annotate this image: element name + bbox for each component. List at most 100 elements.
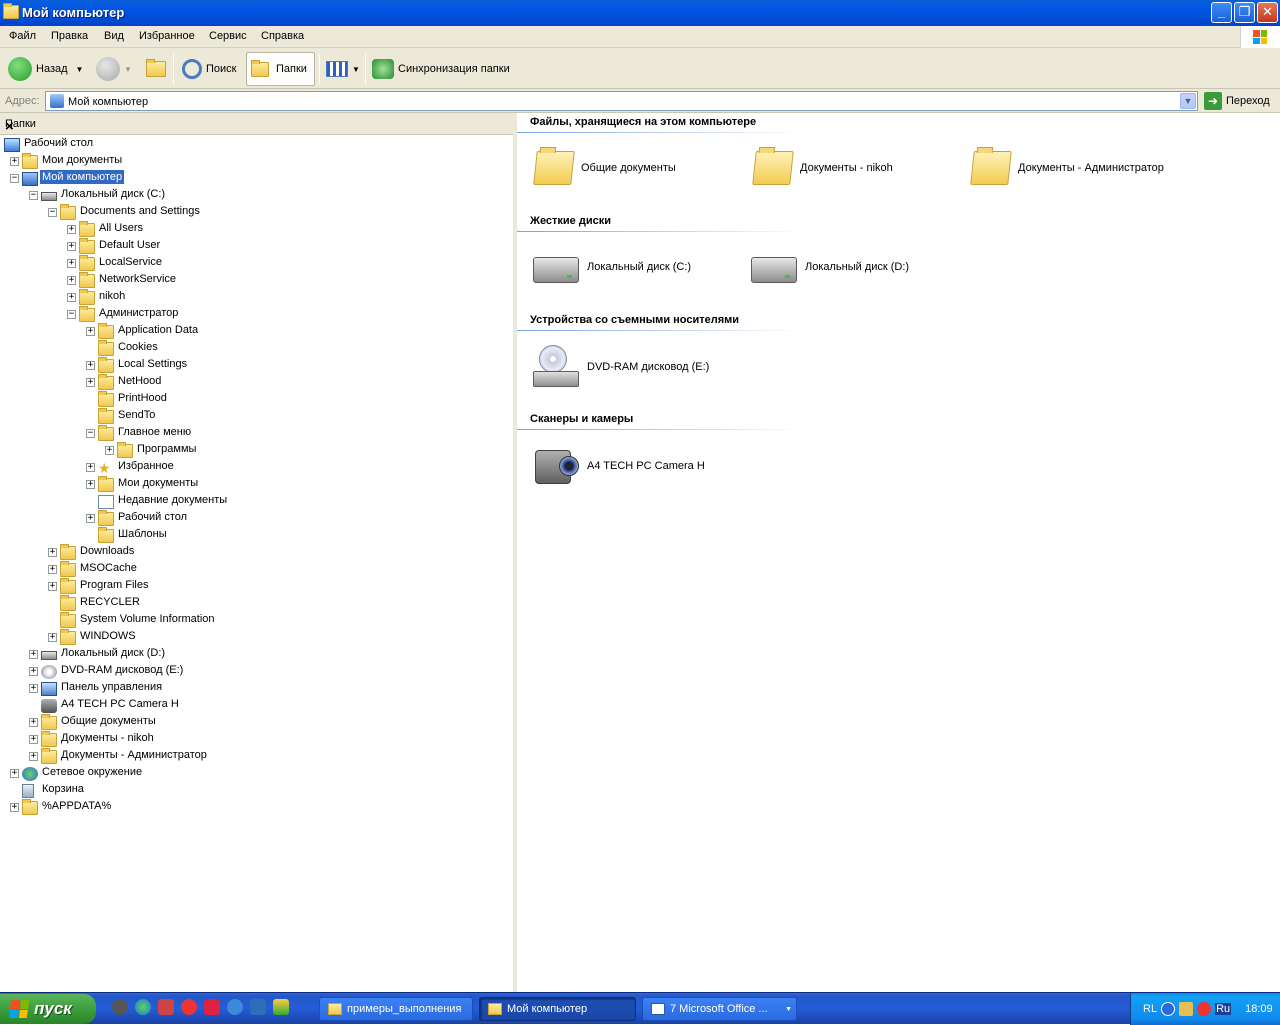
tray-keyboard-layout[interactable]: Ru [1215, 1003, 1232, 1015]
tree-item[interactable]: + Программы [0, 442, 510, 459]
tree-item[interactable]: PrintHood [0, 391, 510, 408]
menu-tools[interactable]: Сервис [209, 30, 247, 42]
expand-button[interactable]: + [86, 327, 95, 336]
address-dropdown-button[interactable]: ▼ [1180, 93, 1196, 109]
expand-button[interactable]: + [10, 157, 19, 166]
item-documents-nikoh[interactable]: Документы - nikoh [752, 151, 893, 185]
tray-language[interactable]: RL [1143, 1003, 1157, 1015]
menu-file[interactable]: Файл [9, 30, 36, 42]
expand-button[interactable]: + [10, 803, 19, 812]
chevron-down-icon[interactable]: ▼ [124, 65, 132, 74]
tree-item[interactable]: + Мои документы [0, 476, 510, 493]
tree-item[interactable]: − Главное меню [0, 425, 510, 442]
tree-item[interactable]: + MSOCache [0, 561, 510, 578]
tree-item[interactable]: − Администратор [0, 306, 510, 323]
tree-item[interactable]: Cookies [0, 340, 510, 357]
back-button[interactable]: Назад ▼ [4, 52, 87, 86]
tree-item[interactable]: + Application Data [0, 323, 510, 340]
collapse-button[interactable]: − [29, 191, 38, 200]
sync-folder-button[interactable]: Синхронизация папки [368, 52, 514, 86]
menu-edit[interactable]: Правка [51, 30, 88, 42]
address-input[interactable]: Мой компьютер ▼ [45, 91, 1198, 111]
expand-button[interactable]: + [86, 514, 95, 523]
up-button[interactable] [142, 52, 173, 86]
internet-explorer-icon[interactable] [227, 999, 243, 1015]
quick-launch-icon[interactable] [250, 999, 266, 1015]
menu-help[interactable]: Справка [261, 30, 304, 42]
tree-item[interactable]: − Documents and Settings [0, 204, 510, 221]
expand-button[interactable]: + [67, 276, 76, 285]
tree-item[interactable]: + Общие документы [0, 714, 510, 731]
expand-button[interactable]: + [48, 565, 57, 574]
expand-button[interactable]: + [67, 242, 76, 251]
tree-item[interactable]: + LocalService [0, 255, 510, 272]
tree-item[interactable]: + Рабочий стол [0, 510, 510, 527]
expand-button[interactable]: + [86, 361, 95, 370]
tree-item[interactable]: + NetHood [0, 374, 510, 391]
tree-item[interactable]: Корзина [0, 782, 510, 799]
tree-item[interactable]: + %APPDATA% [0, 799, 510, 816]
tray-icon[interactable] [1179, 1002, 1194, 1016]
tree-item[interactable]: Недавние документы [0, 493, 510, 510]
tree-item[interactable]: + Документы - nikoh [0, 731, 510, 748]
expand-button[interactable]: + [29, 752, 38, 761]
tree-item[interactable]: + Панель управления [0, 680, 510, 697]
expand-button[interactable]: + [105, 446, 114, 455]
quick-launch-icon[interactable] [135, 999, 151, 1015]
expand-button[interactable]: + [67, 259, 76, 268]
expand-button[interactable]: + [29, 684, 38, 693]
tree-item[interactable]: + All Users [0, 221, 510, 238]
tree-item[interactable]: + WINDOWS [0, 629, 510, 646]
task-ms-office[interactable]: 7 Microsoft Office ... ▼ [642, 997, 797, 1021]
expand-button[interactable]: + [86, 378, 95, 387]
tree-item[interactable]: + Program Files [0, 578, 510, 595]
collapse-button[interactable]: − [48, 208, 57, 217]
tree-item[interactable]: + DVD-RAM дисковод (E:) [0, 663, 510, 680]
chevron-down-icon[interactable]: ▼ [785, 1006, 792, 1013]
go-button[interactable]: ➜ Переход [1204, 91, 1270, 111]
tree-item[interactable]: SendTo [0, 408, 510, 425]
views-button[interactable]: ▼ [322, 52, 364, 86]
expand-button[interactable]: + [48, 582, 57, 591]
chevron-down-icon[interactable]: ▼ [76, 65, 84, 74]
minimize-button[interactable]: _ [1211, 2, 1232, 23]
title-bar[interactable]: Мой компьютер _ ❐ ✕ [0, 0, 1280, 26]
collapse-button[interactable]: − [67, 310, 76, 319]
tree-item[interactable]: + nikoh [0, 289, 510, 306]
tree-item[interactable]: Рабочий стол [0, 136, 510, 153]
close-button[interactable]: ✕ [1257, 2, 1278, 23]
tree-item[interactable]: + Документы - Администратор [0, 748, 510, 765]
item-local-disk-d[interactable]: Локальный диск (D:) [751, 251, 909, 283]
chevron-left-icon[interactable] [1161, 1002, 1176, 1016]
tree-item[interactable]: − Локальный диск (C:) [0, 187, 510, 204]
expand-button[interactable]: + [29, 718, 38, 727]
folders-button[interactable]: Папки [246, 52, 315, 86]
quick-launch-icon[interactable] [112, 999, 128, 1015]
expand-button[interactable]: + [67, 293, 76, 302]
forward-button[interactable]: ▼ [92, 52, 136, 86]
item-shared-documents[interactable]: Общие документы [533, 151, 676, 185]
tray-clock[interactable]: 18:09 [1245, 1003, 1273, 1015]
quick-launch-icon[interactable] [204, 999, 220, 1015]
tree-item[interactable]: RECYCLER [0, 595, 510, 612]
expand-button[interactable]: + [29, 650, 38, 659]
expand-button[interactable]: + [29, 735, 38, 744]
tray-icon[interactable] [1197, 1002, 1212, 1016]
expand-button[interactable]: + [86, 480, 95, 489]
collapse-button[interactable]: − [86, 429, 95, 438]
quick-launch-icon[interactable] [273, 999, 289, 1015]
item-dvd-ram-drive[interactable]: DVD-RAM дисковод (E:) [533, 345, 709, 389]
expand-button[interactable]: + [48, 633, 57, 642]
menu-view[interactable]: Вид [104, 30, 124, 42]
tree-item[interactable]: + NetworkService [0, 272, 510, 289]
expand-button[interactable]: + [67, 225, 76, 234]
quick-launch-icon[interactable] [158, 999, 174, 1015]
expand-button[interactable]: + [10, 769, 19, 778]
tree-item[interactable]: Шаблоны [0, 527, 510, 544]
task-my-computer[interactable]: Мой компьютер [479, 997, 636, 1021]
tree-item[interactable]: + Мои документы [0, 153, 510, 170]
quick-launch-icon[interactable] [181, 999, 197, 1015]
item-camera[interactable]: A4 TECH PC Camera H [533, 444, 705, 488]
tree-item[interactable]: − Мой компьютер [0, 170, 510, 187]
tree-item[interactable]: + Local Settings [0, 357, 510, 374]
